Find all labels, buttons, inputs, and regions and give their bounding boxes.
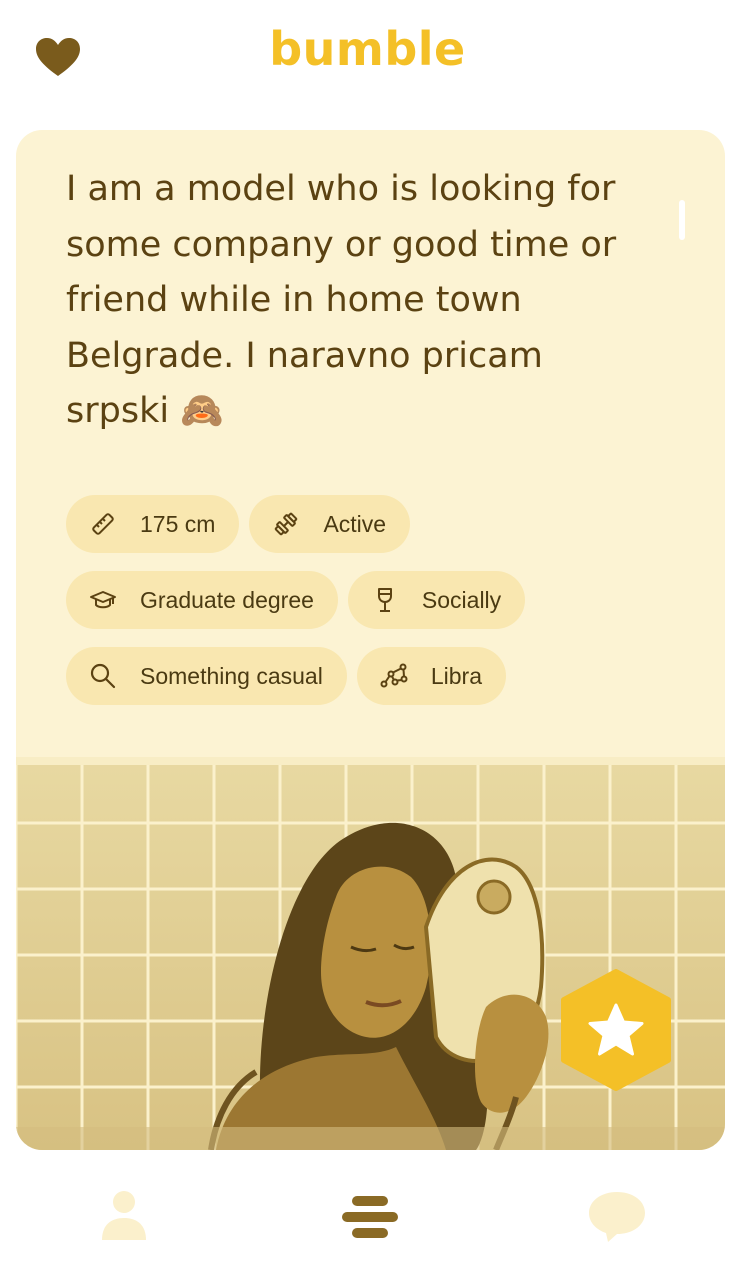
constellation-icon <box>379 661 409 691</box>
top-bar: bumble <box>0 0 735 110</box>
badge-label: Something casual <box>140 662 323 689</box>
ruler-icon <box>88 509 118 539</box>
badge-label: Active <box>323 510 387 537</box>
scroll-indicator <box>679 200 685 240</box>
wine-glass-icon <box>370 585 400 615</box>
badge-label: Libra <box>430 662 482 689</box>
badge-drinking: Socially <box>347 571 526 629</box>
graduation-cap-icon <box>88 585 118 615</box>
nav-swipe-tab[interactable] <box>340 1188 400 1252</box>
badge-height: 175 cm <box>66 495 240 553</box>
badge-row: Graduate degree Socially <box>66 571 686 629</box>
badge-row: 175 cm Active <box>66 495 686 553</box>
badge-education: Graduate degree <box>66 571 338 629</box>
badge-row: Something casual Libra <box>66 647 686 705</box>
nav-profile-tab[interactable] <box>98 1188 150 1248</box>
badge-label: Graduate degree <box>140 586 314 613</box>
badge-label: 175 cm <box>140 510 216 537</box>
chat-bubble-icon <box>589 1192 645 1242</box>
brand-logo: bumble <box>269 22 466 76</box>
search-icon <box>88 661 118 691</box>
profile-card[interactable]: I am a model who is looking for some com… <box>16 130 725 1150</box>
badge-looking-for: Something casual <box>66 647 347 705</box>
bottom-navigation <box>0 1170 735 1266</box>
superswipe-button[interactable] <box>556 968 676 1092</box>
profile-badges: 175 cm Active Graduate degree Socially S… <box>66 495 686 723</box>
swipe-stack-icon <box>342 1196 398 1238</box>
profile-bio: I am a model who is looking for some com… <box>66 169 617 431</box>
badge-star-sign: Libra <box>356 647 506 705</box>
badge-exercise: Active <box>249 495 411 553</box>
nav-chat-tab[interactable] <box>586 1188 648 1248</box>
dumbbell-icon <box>271 509 301 539</box>
badge-label: Socially <box>421 586 502 613</box>
profile-icon <box>102 1191 146 1240</box>
